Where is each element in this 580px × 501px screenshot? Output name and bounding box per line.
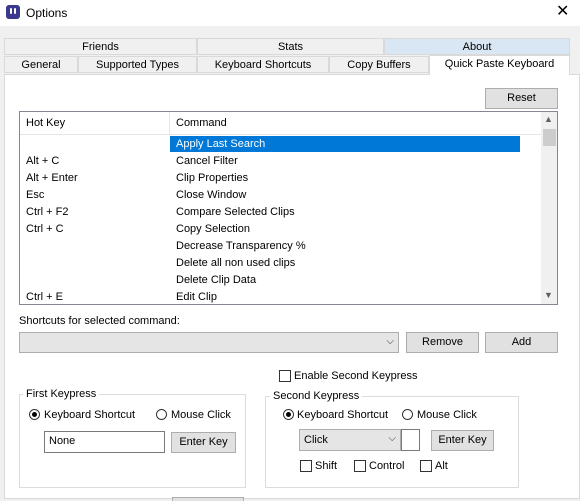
shift-label: Shift (315, 460, 338, 472)
tab-copy-buffers[interactable]: Copy Buffers (329, 56, 429, 73)
first-keyboard-shortcut-radio[interactable] (29, 409, 40, 420)
window-title: Options (26, 6, 68, 20)
header-hot-key[interactable]: Hot Key (26, 117, 65, 129)
list-scrollbar[interactable]: ▲ ▼ (541, 112, 557, 304)
shift-checkbox[interactable] (300, 460, 312, 472)
tab-stats[interactable]: Stats (197, 38, 384, 55)
list-row[interactable]: Delete all non used clips (20, 255, 541, 272)
list-row[interactable]: Delete Clip Data (20, 272, 541, 289)
remove-button[interactable]: Remove (406, 332, 479, 353)
tab-about[interactable]: About (384, 38, 570, 55)
first-keypress-title: First Keypress (23, 388, 100, 400)
shortcuts-label: Shortcuts for selected command: (19, 315, 180, 327)
list-row[interactable]: Esc Close Window (20, 187, 541, 204)
tab-supported-types[interactable]: Supported Types (78, 56, 197, 73)
list-header: Hot Key Command (20, 112, 541, 135)
scroll-up-icon[interactable]: ▲ (544, 114, 553, 124)
second-mouse-click-label: Mouse Click (417, 409, 477, 421)
control-checkbox[interactable] (354, 460, 366, 472)
list-row[interactable]: Alt + Enter Clip Properties (20, 170, 541, 187)
second-keyboard-shortcut-radio[interactable] (283, 409, 294, 420)
reset-button[interactable]: Reset (485, 88, 558, 109)
list-row[interactable]: Ctrl + F2 Compare Selected Clips (20, 204, 541, 221)
enable-second-keypress-checkbox[interactable] (279, 370, 291, 382)
second-keyboard-shortcut-label: Keyboard Shortcut (297, 409, 389, 421)
scroll-down-icon[interactable]: ▼ (544, 290, 553, 300)
command-list[interactable]: Hot Key Command Apply Last Search Alt + … (19, 111, 558, 305)
list-row[interactable]: Ctrl + C Copy Selection (20, 221, 541, 238)
second-key-input[interactable] (401, 429, 420, 451)
first-key-input[interactable]: None (44, 431, 165, 453)
tab-keyboard-shortcuts[interactable]: Keyboard Shortcuts (197, 56, 329, 73)
shortcuts-dropdown[interactable]: ⌵ (19, 332, 399, 353)
tab-friends[interactable]: Friends (4, 38, 197, 55)
list-row[interactable]: Alt + C Cancel Filter (20, 153, 541, 170)
control-label: Control (369, 460, 405, 472)
bottom-button[interactable] (172, 497, 244, 501)
second-enter-key-button[interactable]: Enter Key (431, 430, 494, 451)
enable-second-keypress-label: Enable Second Keypress (294, 370, 418, 382)
app-icon (6, 5, 20, 19)
chevron-down-icon: ⌵ (386, 336, 394, 347)
first-mouse-click-label: Mouse Click (171, 409, 231, 421)
scroll-thumb[interactable] (543, 129, 556, 146)
second-click-dropdown[interactable]: Click ⌵ (299, 429, 401, 451)
alt-checkbox[interactable] (420, 460, 432, 472)
second-keypress-title: Second Keypress (270, 390, 363, 402)
title-bar: Options ✕ (0, 0, 580, 26)
list-row[interactable]: Decrease Transparency % (20, 238, 541, 255)
first-enter-key-button[interactable]: Enter Key (171, 432, 236, 453)
second-mouse-click-radio[interactable] (402, 409, 413, 420)
alt-label: Alt (435, 460, 448, 472)
list-row[interactable]: Apply Last Search (20, 136, 541, 153)
tab-quick-paste-keyboard[interactable]: Quick Paste Keyboard (429, 55, 570, 75)
add-button[interactable]: Add (485, 332, 558, 353)
first-mouse-click-radio[interactable] (156, 409, 167, 420)
close-icon[interactable]: ✕ (556, 3, 569, 21)
tab-general[interactable]: General (4, 56, 78, 73)
first-keyboard-shortcut-label: Keyboard Shortcut (44, 409, 136, 421)
header-command[interactable]: Command (176, 117, 227, 129)
list-row[interactable]: Ctrl + E Edit Clip (20, 289, 541, 304)
chevron-down-icon: ⌵ (388, 433, 396, 444)
